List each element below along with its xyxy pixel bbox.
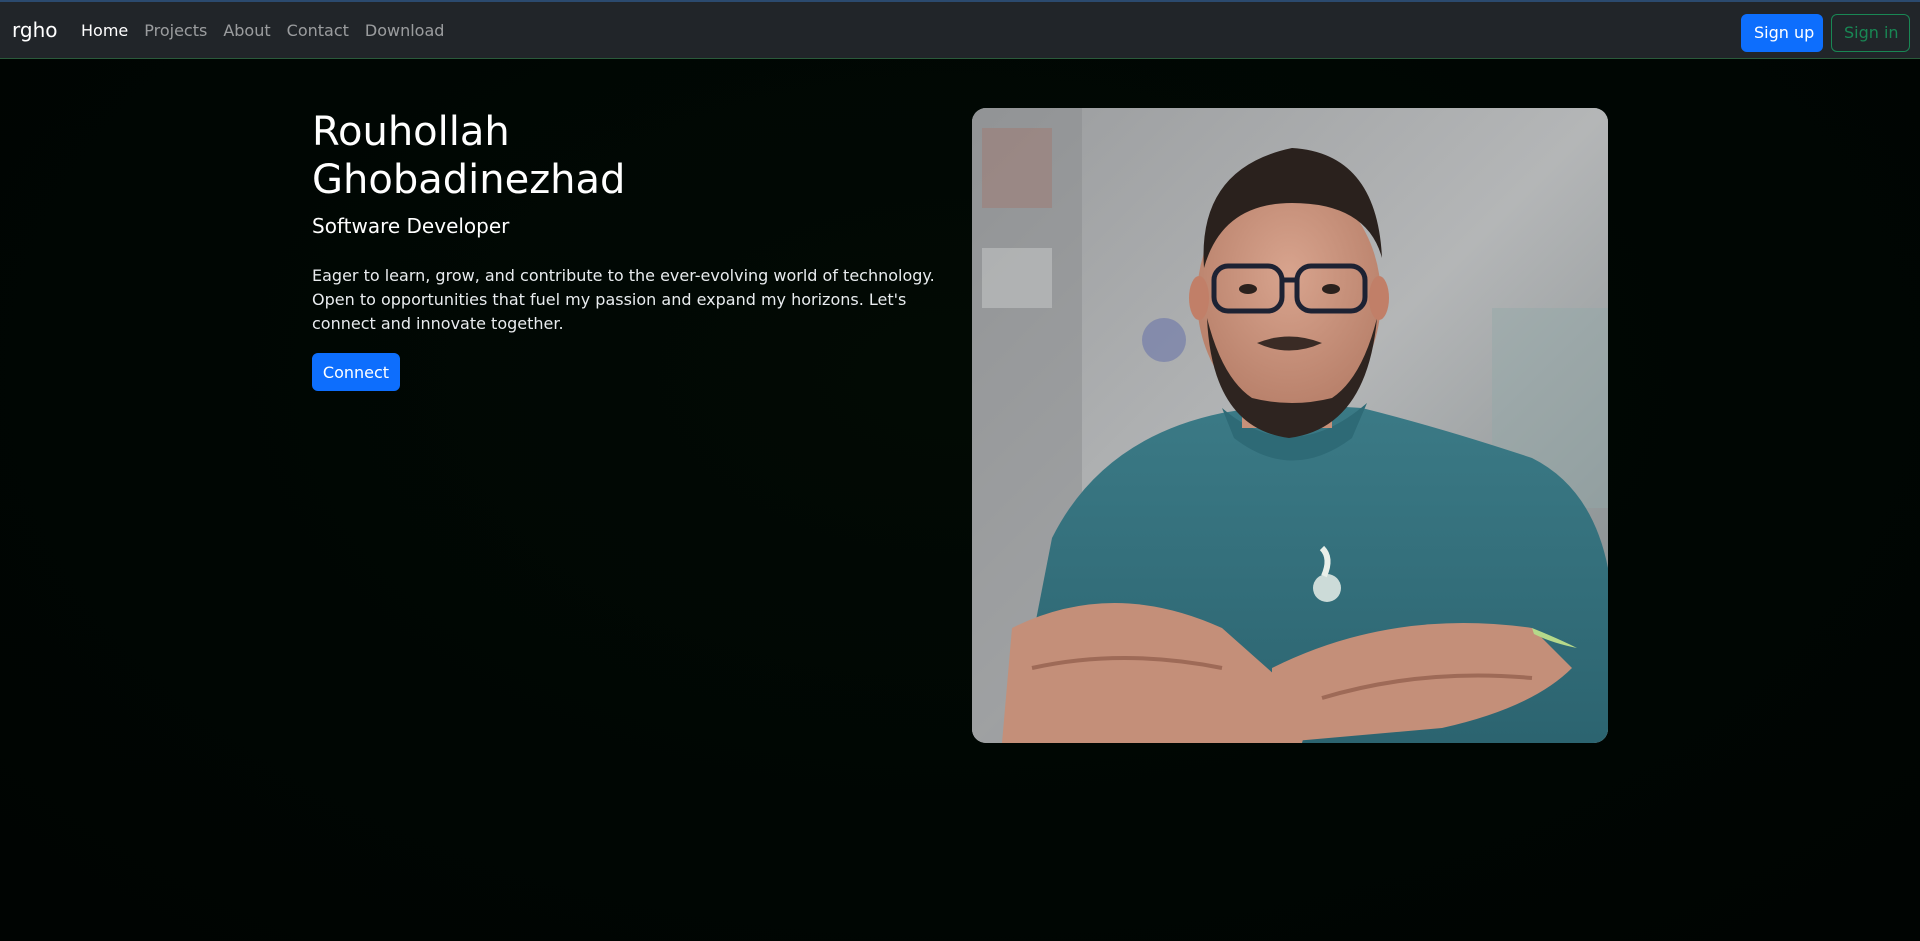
nav-link-download[interactable]: Download (365, 19, 445, 43)
nav-link-contact[interactable]: Contact (287, 19, 349, 43)
nav-links: Home Projects About Contact Download (81, 19, 460, 43)
connect-button[interactable]: Connect (312, 353, 400, 391)
nav-link-home[interactable]: Home (81, 19, 128, 43)
profile-photo (972, 108, 1608, 743)
sign-up-button[interactable]: Sign up (1741, 14, 1823, 52)
top-navbar: rgho Home Projects About Contact Downloa… (0, 0, 1920, 59)
sign-in-button[interactable]: Sign in (1831, 14, 1910, 52)
brand-logo[interactable]: rgho (12, 16, 57, 44)
hero-subtitle: Software Developer (312, 214, 510, 238)
nav-link-projects[interactable]: Projects (144, 19, 207, 43)
hero-description: Eager to learn, grow, and contribute to … (312, 266, 935, 333)
nav-link-about[interactable]: About (223, 19, 270, 43)
hero-section: Rouhollah Ghobadinezhad Software Develop… (312, 108, 942, 336)
hero-name: Rouhollah Ghobadinezhad (312, 109, 626, 203)
